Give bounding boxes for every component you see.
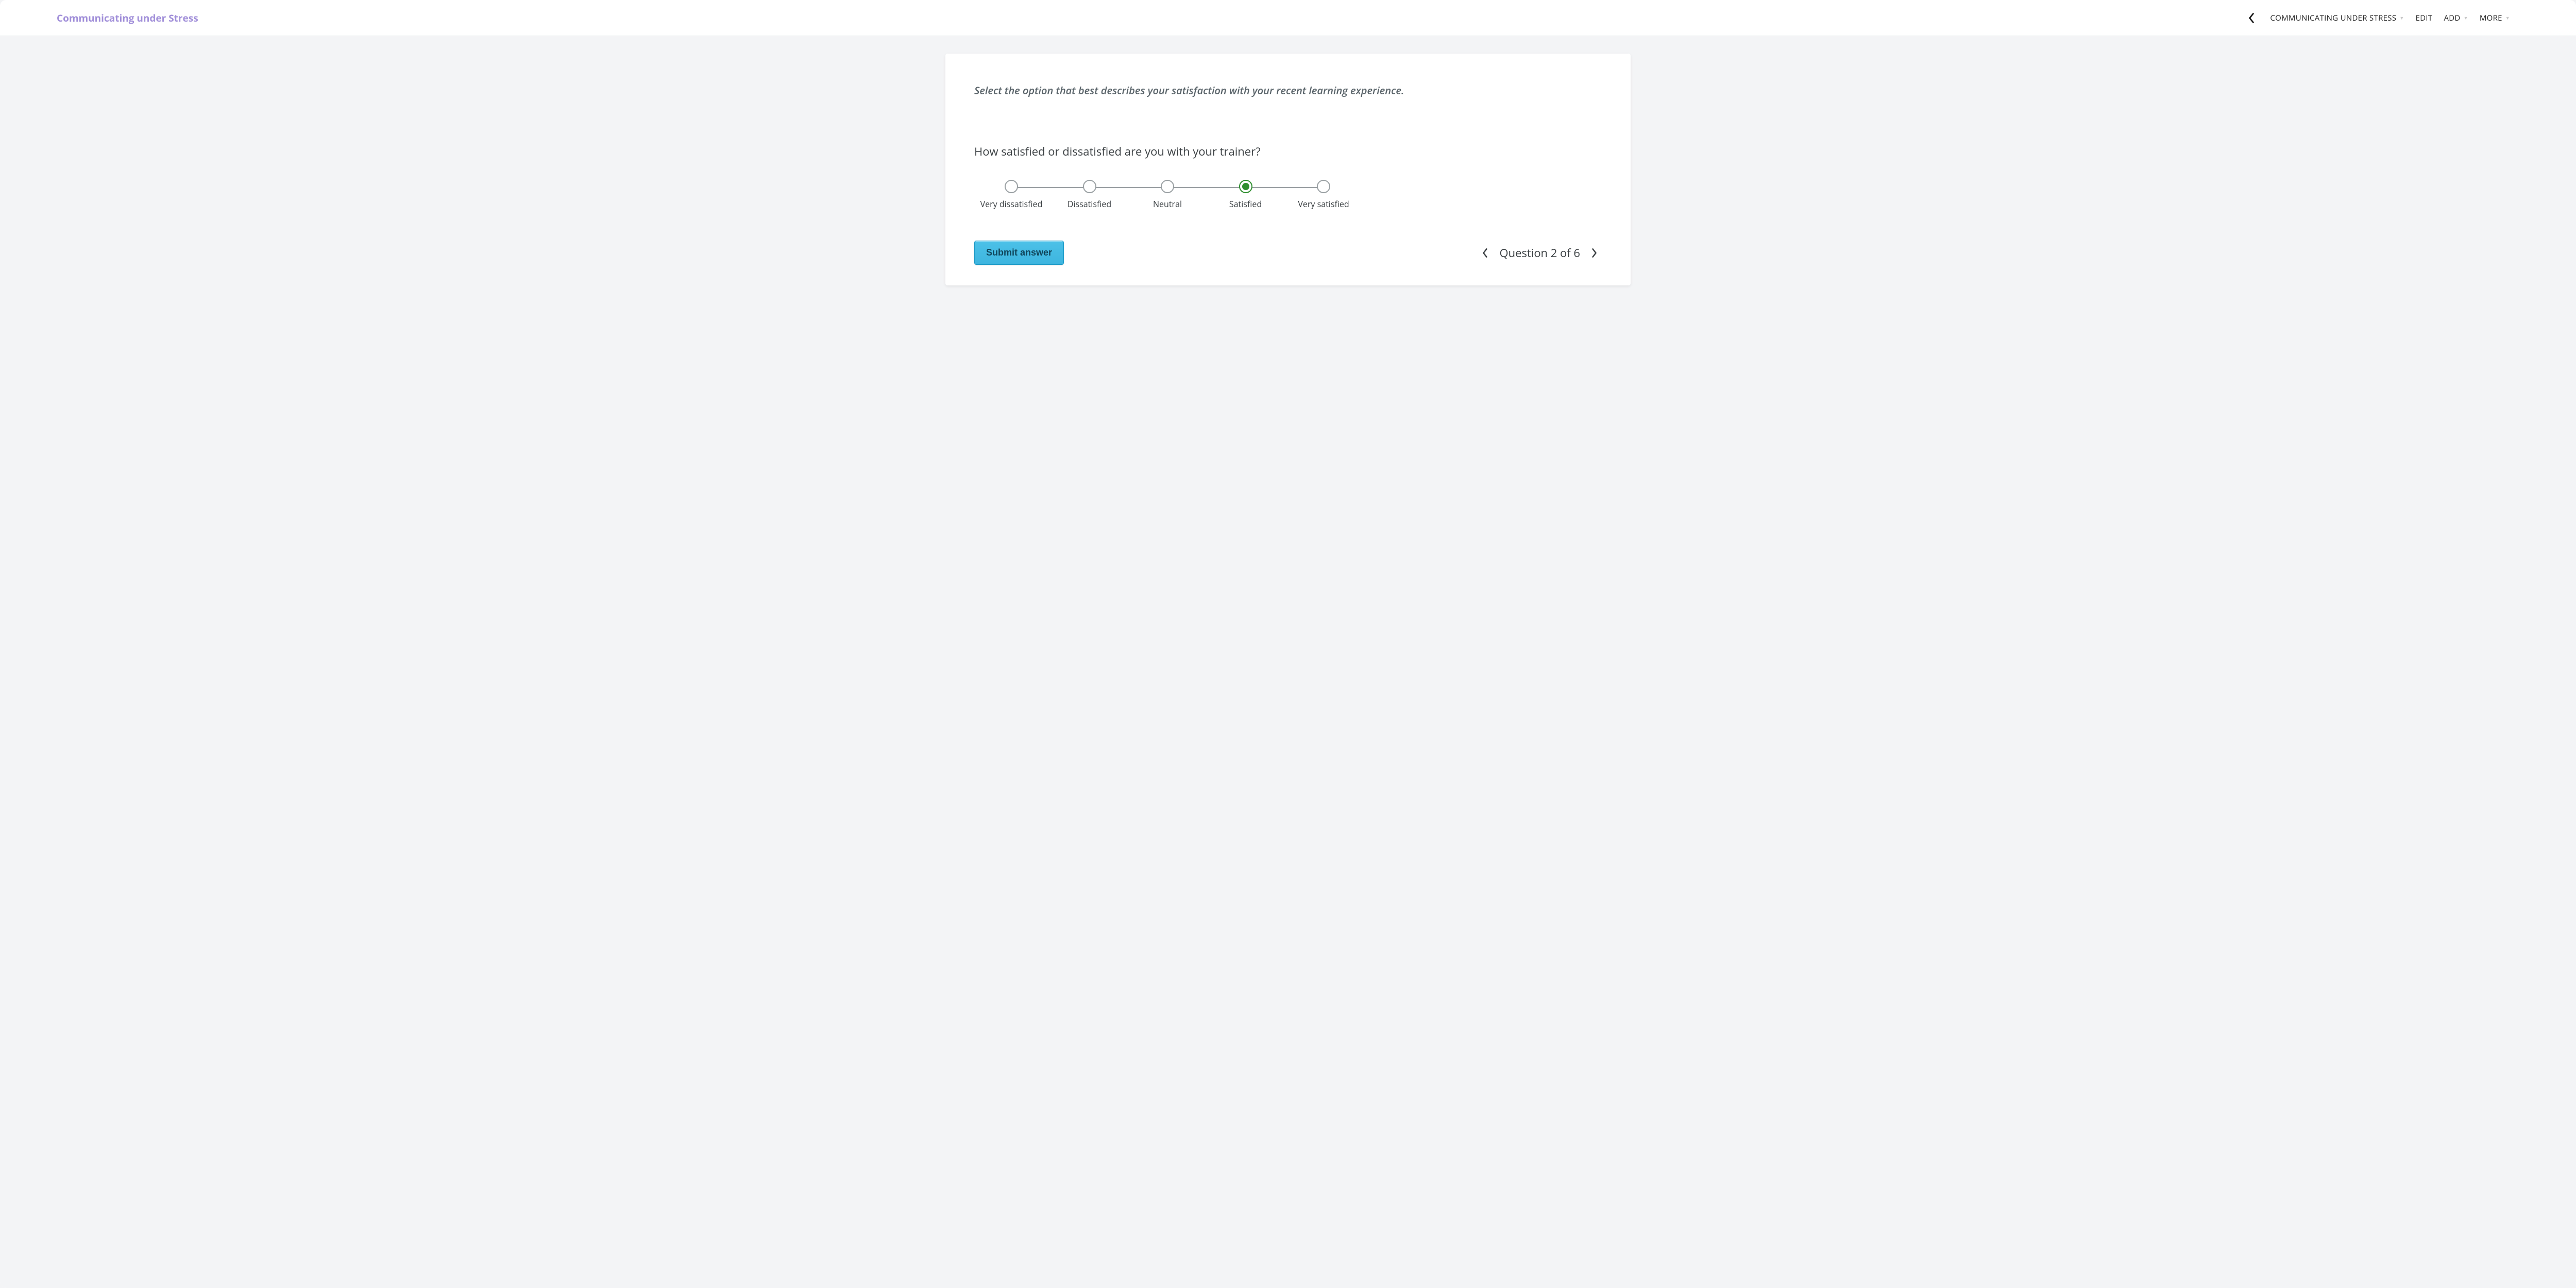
likert-label: Neutral — [1153, 198, 1182, 210]
pager-next-icon[interactable] — [1587, 246, 1602, 260]
menu-item-add[interactable]: ADD ▼ — [2444, 13, 2468, 23]
app-root: Communicating under Stress COMMUNICATING… — [0, 0, 2576, 1288]
caret-down-icon: ▼ — [2464, 14, 2468, 21]
likert-option[interactable]: Dissatisfied — [1058, 180, 1122, 210]
likert-label: Satisfied — [1229, 198, 1262, 210]
likert-option[interactable]: Satisfied — [1214, 180, 1278, 210]
radio-icon — [1005, 180, 1018, 193]
menu-item-label: EDIT — [2416, 13, 2433, 23]
survey-prompt: Select the option that best describes yo… — [974, 83, 1602, 97]
top-menu: COMMUNICATING UNDER STRESS ▼ EDIT ADD ▼ … — [2244, 11, 2562, 25]
caret-down-icon: ▼ — [2505, 14, 2510, 21]
likert-options: Very dissatisfied Dissatisfied Neutral Sati… — [979, 180, 1355, 210]
card-footer: Submit answer Question 2 of 6 — [974, 241, 1602, 265]
question-pager: Question 2 of 6 — [1478, 245, 1602, 261]
radio-icon — [1161, 180, 1174, 193]
likert-option[interactable]: Neutral — [1136, 180, 1199, 210]
radio-icon — [1317, 180, 1330, 193]
likert-label: Dissatisfied — [1067, 198, 1111, 210]
menu-item-label: COMMUNICATING UNDER STRESS — [2270, 13, 2396, 23]
title-area: Communicating under Stress — [14, 11, 198, 25]
likert-scale: Very dissatisfied Dissatisfied Neutral Sati… — [979, 180, 1355, 210]
menu-item-more[interactable]: MORE ▼ — [2480, 13, 2510, 23]
back-icon[interactable] — [2244, 11, 2259, 25]
menu-item-breadcrumb[interactable]: COMMUNICATING UNDER STRESS ▼ — [2270, 13, 2404, 23]
menu-item-edit[interactable]: EDIT — [2416, 13, 2433, 23]
radio-dot — [1242, 183, 1249, 190]
likert-option[interactable]: Very satisfied — [1292, 180, 1355, 210]
caret-down-icon: ▼ — [2399, 14, 2404, 21]
radio-icon — [1239, 180, 1252, 193]
submit-answer-button[interactable]: Submit answer — [974, 241, 1064, 265]
menu-item-label: MORE — [2480, 13, 2502, 23]
top-bar: Communicating under Stress COMMUNICATING… — [0, 0, 2576, 36]
pager-prev-icon[interactable] — [1478, 246, 1492, 260]
menu-item-label: ADD — [2444, 13, 2460, 23]
page-title: Communicating under Stress — [57, 11, 198, 25]
pager-text: Question 2 of 6 — [1499, 245, 1580, 261]
likert-label: Very dissatisfied — [980, 198, 1043, 210]
survey-card: Select the option that best describes yo… — [945, 54, 1631, 285]
content-area: Select the option that best describes yo… — [0, 36, 2576, 1288]
likert-label: Very satisfied — [1298, 198, 1349, 210]
radio-icon — [1083, 180, 1096, 193]
likert-option[interactable]: Very dissatisfied — [979, 180, 1043, 210]
survey-question: How satisfied or dissatisfied are you wi… — [974, 144, 1602, 159]
